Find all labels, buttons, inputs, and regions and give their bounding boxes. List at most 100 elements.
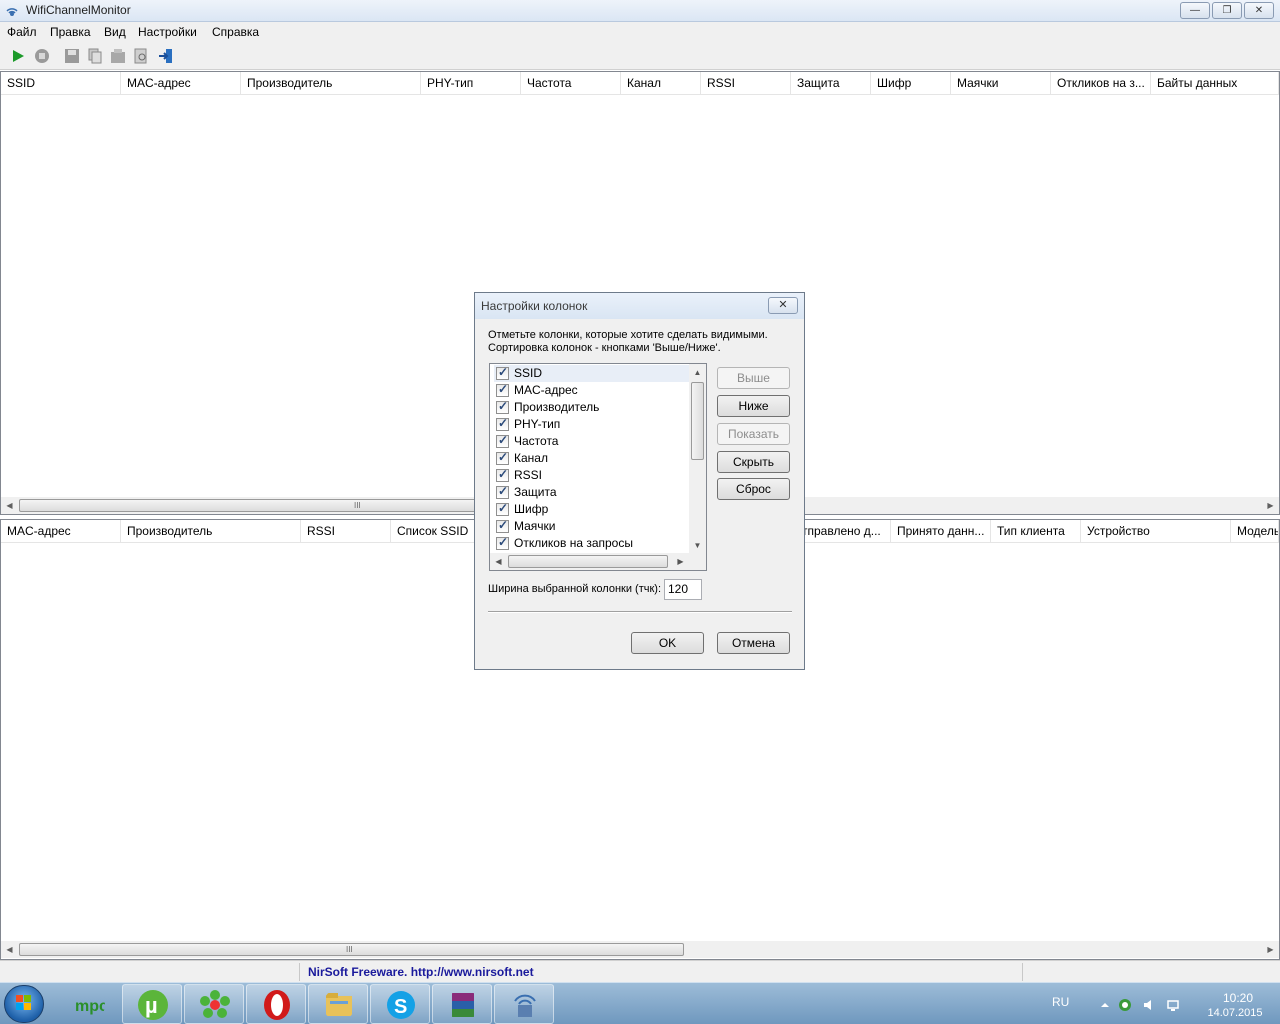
stop-icon[interactable]	[33, 47, 51, 65]
checklist-item[interactable]: Производитель	[494, 399, 694, 416]
dialog-title-bar[interactable]: Настройки колонок ✕	[475, 293, 804, 319]
checkbox-checked[interactable]	[496, 518, 509, 533]
start-button[interactable]	[4, 985, 44, 1023]
scroll-thumb[interactable]	[691, 382, 704, 460]
column-header[interactable]: Частота	[521, 72, 621, 94]
checkbox-checked[interactable]	[496, 450, 509, 465]
monitor-tray-icon[interactable]	[1166, 998, 1180, 1012]
network-tray-icon[interactable]	[1118, 998, 1132, 1012]
checklist-vscrollbar[interactable]: ▲ ▼	[689, 364, 706, 554]
title-bar[interactable]: WifiChannelMonitor — ❐ ✕	[0, 0, 1280, 22]
copy-icon[interactable]	[86, 47, 104, 65]
properties-icon[interactable]	[109, 47, 127, 65]
menu-options[interactable]: Настройки	[138, 25, 197, 39]
scroll-left-icon[interactable]: ◀	[1, 497, 18, 514]
close-button[interactable]: ✕	[1244, 2, 1274, 19]
exit-icon[interactable]	[157, 47, 175, 65]
ok-button[interactable]: OK	[631, 632, 704, 654]
checklist-item[interactable]: RSSI	[494, 467, 694, 484]
column-header[interactable]: Принято данн...	[891, 520, 991, 542]
taskbar-app-wifi-monitor[interactable]	[494, 984, 554, 1024]
scroll-up-icon[interactable]: ▲	[689, 364, 706, 381]
checklist-item[interactable]: Откликов на запросы	[494, 535, 694, 552]
checklist-item[interactable]: Канал	[494, 450, 694, 467]
menu-view[interactable]: Вид	[104, 25, 126, 39]
checkbox-checked[interactable]	[496, 467, 509, 482]
checkbox-checked[interactable]	[496, 416, 509, 431]
taskbar-app-explorer[interactable]	[308, 984, 368, 1024]
volume-icon[interactable]	[1142, 998, 1156, 1012]
checkbox-checked[interactable]	[496, 535, 509, 550]
language-indicator[interactable]: RU	[1052, 995, 1069, 1009]
column-header[interactable]: Шифр	[871, 72, 951, 94]
checklist-item[interactable]: SSID	[494, 365, 694, 382]
checkbox-checked[interactable]	[496, 365, 509, 380]
menu-file[interactable]: Файл	[7, 25, 37, 39]
checkbox-checked[interactable]	[496, 433, 509, 448]
column-header[interactable]: Откликов на з...	[1051, 72, 1151, 94]
scroll-right-icon[interactable]: ▶	[672, 553, 689, 570]
column-header[interactable]: RSSI	[701, 72, 791, 94]
column-header[interactable]: Тип клиента	[991, 520, 1081, 542]
checkbox-checked[interactable]	[496, 399, 509, 414]
column-header[interactable]: Байты данных	[1151, 72, 1279, 94]
taskbar-app-winrar[interactable]	[432, 984, 492, 1024]
checklist-item[interactable]: Маячки	[494, 518, 694, 535]
column-header[interactable]: Производитель	[241, 72, 421, 94]
checkbox-checked[interactable]	[496, 382, 509, 397]
column-width-input[interactable]: 120	[664, 579, 702, 600]
taskbar-app-mpc[interactable]: mpc	[58, 984, 118, 1024]
hide-column-button[interactable]: Скрыть	[717, 451, 790, 473]
column-header[interactable]: Устройство	[1081, 520, 1231, 542]
checkbox-checked[interactable]	[496, 501, 509, 516]
close-icon: ✕	[1254, 5, 1264, 16]
dialog-close-button[interactable]: ✕	[768, 297, 798, 314]
find-icon[interactable]	[132, 47, 150, 65]
column-header[interactable]: MAC-адрес	[1, 520, 121, 542]
columns-checklist[interactable]: SSID MAC-адрес Производитель PHY-тип Час…	[489, 363, 707, 571]
column-header[interactable]: SSID	[1, 72, 121, 94]
scroll-thumb[interactable]: III	[19, 943, 684, 956]
scroll-down-icon[interactable]: ▼	[689, 537, 706, 554]
scroll-right-icon[interactable]: ▶	[1262, 497, 1279, 514]
checkbox-checked[interactable]	[496, 484, 509, 499]
scroll-thumb[interactable]	[508, 555, 668, 568]
checklist-item[interactable]: Защита	[494, 484, 694, 501]
move-up-button[interactable]: Выше	[717, 367, 790, 389]
play-icon[interactable]	[9, 47, 27, 65]
scroll-right-icon[interactable]: ▶	[1262, 941, 1279, 958]
column-header[interactable]: тправлено д...	[796, 520, 891, 542]
move-down-button[interactable]: Ниже	[717, 395, 790, 417]
checklist-item[interactable]: PHY-тип	[494, 416, 694, 433]
column-header[interactable]: Маячки	[951, 72, 1051, 94]
taskbar-app-icq[interactable]	[184, 984, 244, 1024]
reset-button[interactable]: Сброс	[717, 478, 790, 500]
clock-time[interactable]: 10:20	[1208, 991, 1268, 1005]
clock-date[interactable]: 14.07.2015	[1200, 1007, 1270, 1019]
taskbar-app-skype[interactable]: S	[370, 984, 430, 1024]
column-header[interactable]: Модель	[1231, 520, 1279, 542]
checklist-item[interactable]: Частота	[494, 433, 694, 450]
scroll-left-icon[interactable]: ◀	[490, 553, 507, 570]
menu-help[interactable]: Справка	[212, 25, 259, 39]
taskbar-app-utorrent[interactable]: µ	[122, 984, 182, 1024]
column-header[interactable]: Производитель	[121, 520, 301, 542]
show-column-button[interactable]: Показать	[717, 423, 790, 445]
column-header[interactable]: PHY-тип	[421, 72, 521, 94]
column-header[interactable]: RSSI	[301, 520, 391, 542]
cancel-button[interactable]: Отмена	[717, 632, 790, 654]
show-hidden-icons-icon[interactable]	[1098, 998, 1112, 1012]
column-header[interactable]: Канал	[621, 72, 701, 94]
checklist-item[interactable]: MAC-адрес	[494, 382, 694, 399]
scroll-left-icon[interactable]: ◀	[1, 941, 18, 958]
column-header[interactable]: MAC-адрес	[121, 72, 241, 94]
restore-button[interactable]: ❐	[1212, 2, 1242, 19]
minimize-button[interactable]: —	[1180, 2, 1210, 19]
taskbar-app-opera[interactable]	[246, 984, 306, 1024]
column-header[interactable]: Защита	[791, 72, 871, 94]
clients-hscrollbar[interactable]: ◀ III ▶	[1, 941, 1279, 958]
menu-edit[interactable]: Правка	[50, 25, 91, 39]
save-icon[interactable]	[63, 47, 81, 65]
checklist-item[interactable]: Шифр	[494, 501, 694, 518]
checklist-hscrollbar[interactable]: ◀ ▶	[490, 553, 706, 570]
